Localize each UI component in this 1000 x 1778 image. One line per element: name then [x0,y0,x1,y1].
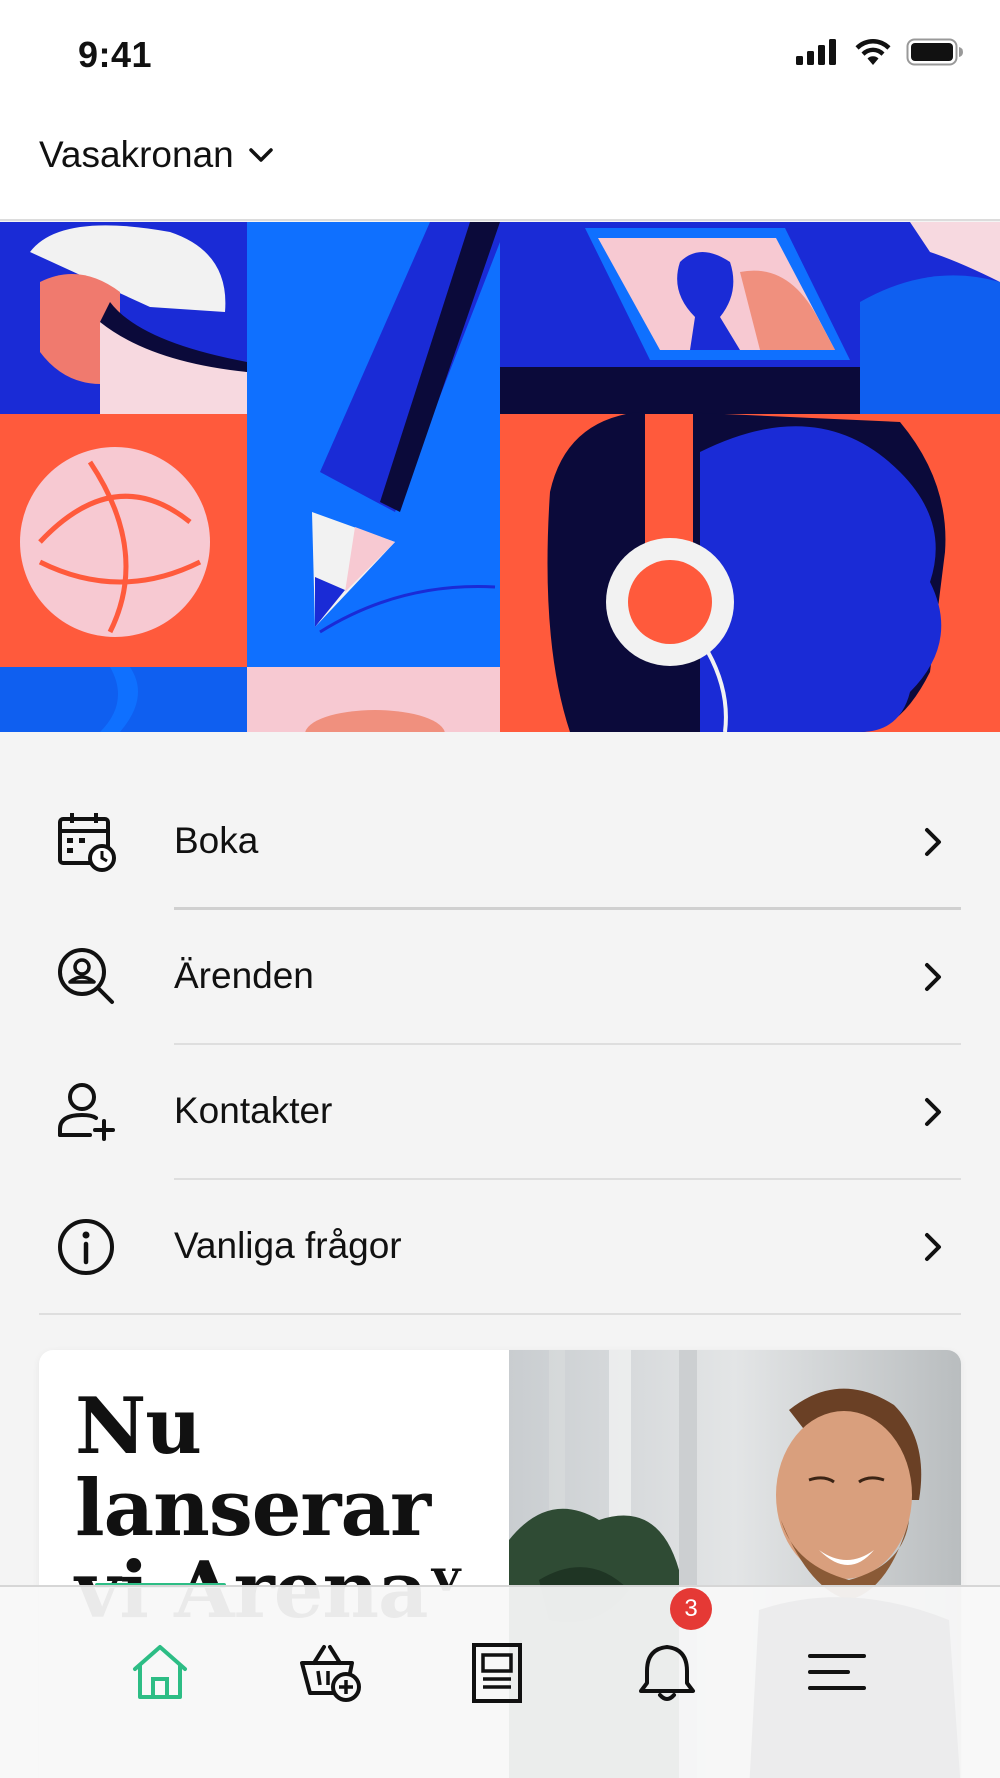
chevron-right-icon [925,963,941,991]
cellular-signal-icon [796,39,836,65]
chevron-right-icon [925,1233,941,1261]
calendar-clock-icon [58,813,116,872]
status-time: 9:41 [78,34,153,75]
menu-item-label: Vanliga frågor [174,1225,402,1266]
bell-icon [639,1645,695,1701]
illustration-collage [0,222,1000,732]
add-person-icon [58,1083,115,1141]
basket-add-icon [300,1645,361,1702]
organization-selector[interactable]: Vasakronan [39,134,274,176]
news-icon [472,1643,522,1703]
status-bar: 9:41 [0,0,1000,110]
tab-news[interactable] [453,1627,543,1717]
menu-item-arenden[interactable]: Ärenden [0,910,1000,1045]
tab-notifications[interactable] [622,1627,712,1717]
promo-title-line: Nu lanserar [75,1381,431,1554]
menu-item-label: Ärenden [174,955,314,996]
tab-menu[interactable] [792,1627,882,1717]
menu-item-kontakter[interactable]: Kontakter [0,1045,1000,1180]
tab-shop[interactable] [285,1627,375,1717]
menu-item-label: Kontakter [174,1090,333,1131]
menu-item-label: Boka [174,820,259,861]
notification-badge: 3 [670,1588,712,1630]
wifi-icon [855,38,891,65]
hamburger-menu-icon [808,1654,866,1690]
tab-bar [0,1585,1000,1778]
divider [39,1313,961,1315]
menu-item-boka[interactable]: Boka [0,775,1000,910]
chevron-right-icon [925,828,941,856]
hero-illustration [0,222,1000,732]
header: Vasakronan [0,110,1000,221]
battery-icon [906,38,963,66]
status-icons [796,38,964,66]
person-search-icon [58,948,114,1004]
organization-name: Vasakronan [39,134,234,175]
tab-home[interactable] [115,1627,205,1717]
info-icon [58,1219,114,1275]
menu-item-vanliga-fragor[interactable]: Vanliga frågor [0,1180,1000,1315]
home-icon [133,1645,187,1699]
chevron-down-icon [248,148,273,162]
menu-list: Boka Ärenden Kontakter Vanliga frågor [0,775,1000,1315]
chevron-right-icon [925,1098,941,1126]
